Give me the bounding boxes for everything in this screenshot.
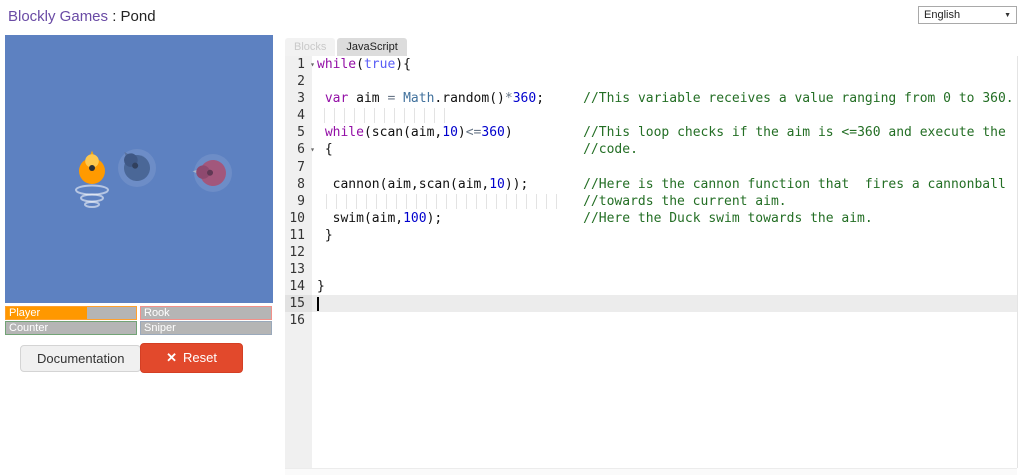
reset-button[interactable]: ✕ Reset [140,343,243,373]
gutter-line-number: 5 [297,125,305,141]
gutter-line-number: 14 [289,279,305,295]
gutter-line-number: 2 [297,74,305,90]
gutter-line-number: 3 [297,91,305,107]
scoreboard: Player Rook Counter Sniper [5,306,272,335]
code-line: } [317,227,333,243]
text-cursor [317,296,319,311]
gutter-line-number: 8 [297,176,305,192]
gutter-line-number: 13 [289,262,305,278]
gutter-line-number: 6 ▾ [297,142,315,158]
title-page-name: Pond [120,8,156,25]
gutter-line-number: 4 [297,108,305,124]
documentation-button[interactable]: Documentation [20,345,142,372]
gutter-line-number: 1 ▾ [297,57,315,72]
duck-orange-ripple-1 [75,184,109,196]
code-line: } [317,279,325,295]
editor-panel: Blocks JavaScript 1 ▾ 2 3 4 5 6 ▾ 7 8 9 10 11 12 13 14 15… [285,38,1018,475]
player-name-label: Rook [144,307,170,319]
indent-guides [324,108,452,124]
code-editor[interactable]: while(true){ var aim = Math.random()*360… [312,56,1017,468]
title-separator: : [108,8,121,25]
duck-orange [79,150,105,184]
language-select-value: English [924,9,961,21]
code-line: swim(aim,100); //Here the Duck swim towa… [317,210,873,226]
dropdown-arrow-icon: ▼ [1004,11,1011,19]
pond-visualization [75,149,232,208]
gutter-line-number: 16 [289,313,305,329]
duck-orange-ripple-2 [80,193,104,203]
page-title: Blockly Games : Pond [8,8,156,25]
gutter-line-number: 7 [297,159,305,175]
code-line: //towards the current aim. [312,193,1017,210]
indent-guides [326,193,558,209]
ace-editor: 1 ▾ 2 3 4 5 6 ▾ 7 8 9 10 11 12 13 14 15 16 while(true){ v… [285,56,1018,468]
editor-gutter: 1 ▾ 2 3 4 5 6 ▾ 7 8 9 10 11 12 13 14 15 16 [285,56,315,468]
duck-orange-ripple-3 [84,201,100,208]
gutter-line-number: 12 [289,245,305,261]
pond-canvas [5,35,273,303]
player-name-label: Sniper [144,322,176,334]
player-name-label: Counter [9,322,49,334]
code-line: cannon(aim,scan(aim,10)); //Here is the … [317,176,1006,192]
gutter-line-number: 15 [285,295,312,313]
tab-javascript[interactable]: JavaScript [337,38,407,56]
health-bar-counter[interactable]: Counter [5,321,137,335]
code-line [312,107,1017,124]
code-line: var aim = Math.random()*360; //This vari… [324,91,1014,107]
health-bar-sniper[interactable]: Sniper [140,321,272,335]
player-name-label: Player [9,307,41,319]
reset-button-label: Reset [182,350,217,365]
editor-tabs: Blocks JavaScript [285,38,407,56]
code-line: while(scan(aim,10)<=360) //This loop che… [324,125,1006,141]
health-bar-rook[interactable]: Rook [140,306,272,320]
code-line: { //code. [317,142,638,158]
gutter-line-number: 11 [289,227,305,243]
language-select[interactable]: English ▼ [918,6,1017,24]
close-icon: ✕ [166,350,177,365]
code-line: while(true){ [317,57,411,72]
gutter-line-number: 10 [289,210,305,226]
tab-blocks[interactable]: Blocks [285,38,336,56]
blockly-games-pond-app: Blockly Games : Pond English ▼ Player Roo… [0,0,1022,476]
horizontal-scrollbar[interactable] [285,468,1017,475]
blockly-games-link[interactable]: Blockly Games [8,8,108,25]
gutter-line-number: 9 [297,193,305,209]
health-bar-player[interactable]: Player [5,306,137,320]
